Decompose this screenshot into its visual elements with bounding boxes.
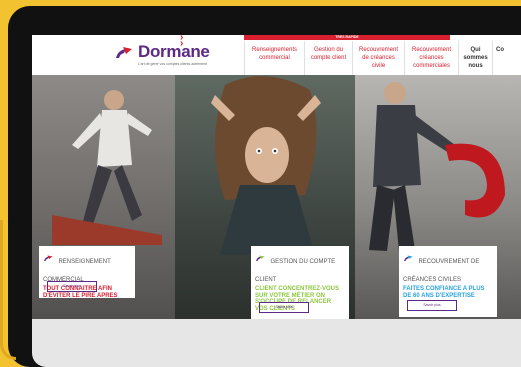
nav-label: Recouvrement [358, 47, 399, 53]
logo-text: Dormane [138, 42, 210, 61]
nav-item-recouvrement-civile[interactable]: Recouvrement de créances civile [352, 41, 404, 75]
nav-label: Gestion du [313, 47, 344, 53]
card-title: Gestion du compte client [255, 259, 336, 283]
logo[interactable]: Dormane L'art de gérer vos comptes clien… [114, 42, 240, 70]
hero-section: Renseignement commercial TOUT CONNAITRE … [32, 75, 521, 319]
card-gestion: Gestion du compte client CLIENT CONCENTR… [251, 246, 349, 319]
card-recouvrement: Recouvrement de créances civiles FAITES … [399, 246, 497, 317]
dormane-card-icon [404, 255, 413, 262]
card-title: Recouvrement de créances civiles [403, 259, 480, 283]
card-title: Renseignement commercial [43, 259, 111, 283]
nav-banner: TRÈS RAPIDE [244, 35, 450, 40]
nav-item-recouvrement-commerciales[interactable]: Recouvrement créances commerciales [404, 41, 458, 75]
website-screen: Dormane L'art de gérer vos comptes clien… [32, 35, 521, 319]
dormane-card-icon [44, 255, 53, 262]
nav-label: de créances [362, 55, 395, 61]
savoir-plus-button[interactable]: Savoir plus [407, 300, 457, 311]
nav-label: Qui [470, 47, 481, 53]
nav-label: civile [371, 63, 386, 69]
man-jumping-photo [52, 90, 162, 245]
main-nav: Renseignements commercial Gestion du com… [244, 41, 506, 75]
card-renseignement: Renseignement commercial TOUT CONNAITRE … [39, 246, 135, 299]
logo-tagline: L'art de gérer vos comptes clients autre… [138, 62, 207, 66]
nav-item-gestion[interactable]: Gestion du compte client [304, 41, 352, 75]
nav-label: créances [419, 55, 444, 61]
stressed-woman-photo [211, 76, 321, 255]
nav-label: Renseignements [251, 47, 298, 53]
dormane-card-icon [256, 255, 265, 262]
nav-label: Co [496, 47, 504, 53]
man-with-tube-photo [369, 82, 505, 251]
chevron-down-icon: › › [180, 35, 184, 49]
hero-panel-gestion: Gestion du compte client CLIENT CONCENTR… [175, 75, 355, 319]
nav-label: nous [468, 63, 483, 69]
nav-label: commerciales [412, 63, 450, 69]
site-header: Dormane L'art de gérer vos comptes clien… [32, 35, 521, 75]
nav-label: commercial [259, 55, 290, 61]
nav-label: sommes [463, 55, 488, 61]
device-edge [0, 220, 16, 360]
nav-label: compte client [310, 55, 347, 61]
dormane-logo-icon [116, 47, 132, 58]
nav-item-qui-sommes-nous[interactable]: Qui sommes nous [458, 41, 492, 75]
savoir-plus-button[interactable]: Savoir plus [47, 281, 97, 292]
nav-label: Recouvrement [411, 47, 452, 53]
nav-item-renseignements[interactable]: Renseignements commercial [244, 41, 304, 75]
nav-item-contact[interactable]: Co [492, 41, 506, 75]
tablet-bottom-area [32, 319, 521, 367]
hero-panel-renseignement: Renseignement commercial TOUT CONNAITRE … [32, 75, 175, 319]
hero-panel-recouvrement: Recouvrement de créances civiles FAITES … [355, 75, 521, 319]
card-subtitle: FAITES CONFIANCE A PLUS DE 60 ANS D'EXPE… [403, 286, 485, 299]
savoir-plus-button[interactable]: Savoir plus [259, 302, 309, 313]
